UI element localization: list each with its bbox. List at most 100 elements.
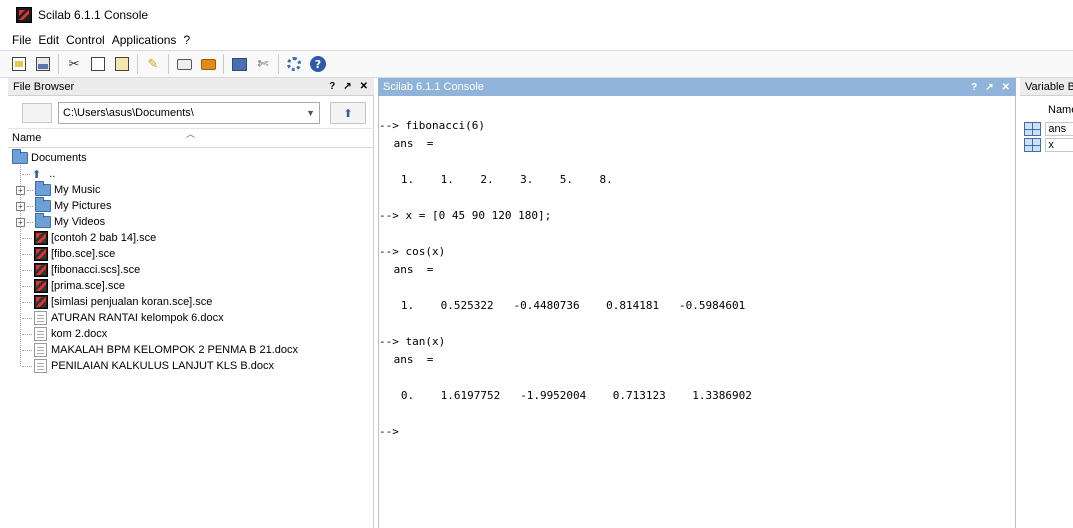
console-line: ans = <box>387 263 434 276</box>
console-panel[interactable]: --> fibonacci(6) ans = 1. 1. 2. 3. 5. 8.… <box>378 96 1016 528</box>
menu-control[interactable]: Control <box>66 33 105 47</box>
help-icon[interactable]: ? <box>309 55 327 73</box>
variable-browser-panel: Name ans x <box>1020 96 1073 528</box>
tree-item-label: [contoh 2 bab 14].sce <box>51 232 157 244</box>
tree-item-parent[interactable]: ⬆ .. <box>8 166 374 182</box>
menu-edit[interactable]: Edit <box>38 33 59 47</box>
scilab-logo-icon <box>16 7 32 23</box>
tree-item-label: [prima.sce].sce <box>51 280 125 292</box>
folder-icon <box>35 181 51 196</box>
module-manager-icon[interactable] <box>199 55 217 73</box>
expand-icon[interactable]: + <box>16 201 25 211</box>
help-icon[interactable]: ? <box>329 81 335 92</box>
tree-connector <box>22 285 32 287</box>
sort-caret-icon: ︿ <box>186 129 196 139</box>
atoms-icon[interactable] <box>285 55 303 73</box>
variable-browser-header: Variable B <box>1020 78 1073 96</box>
menu-help[interactable]: ? <box>183 33 190 47</box>
console-line: 0. 1.6197752 -1.9952004 0.713123 1.33869… <box>381 389 752 402</box>
tree-item-my-videos[interactable]: + My Videos <box>8 213 374 230</box>
file-browser-title: File Browser <box>13 80 75 93</box>
matrix-icon <box>1024 122 1042 136</box>
path-row: C:\Users\asus\Documents\ ▼ ⬆ <box>8 101 374 125</box>
tree-item-label: [simlasi penjualan koran.sce].sce <box>51 296 213 308</box>
variable-row-ans[interactable]: ans <box>1024 122 1073 136</box>
tree-connector <box>27 189 33 191</box>
close-icon[interactable]: ✕ <box>360 81 368 92</box>
expand-icon[interactable]: + <box>16 217 25 227</box>
document-file-icon <box>34 343 47 357</box>
tree-item-file[interactable]: [fibonacci.scs].sce <box>8 262 374 278</box>
chevron-down-icon[interactable]: ▼ <box>306 108 315 118</box>
print-icon[interactable] <box>175 55 193 73</box>
browse-folder-icon[interactable] <box>22 103 52 123</box>
tree-connector <box>27 205 33 207</box>
variable-browser-icon[interactable] <box>230 55 248 73</box>
scilab-file-icon <box>34 247 48 261</box>
tree-connector <box>22 237 32 239</box>
tree-connector <box>22 349 32 351</box>
console-line: --> fibonacci(6) <box>379 119 485 132</box>
tree-item-file[interactable]: [fibo.sce].sce <box>8 246 374 262</box>
toolbar-separator <box>137 54 138 74</box>
name-column-label: Name <box>12 132 42 144</box>
paste-icon[interactable] <box>113 55 131 73</box>
tree-connector <box>22 301 32 303</box>
toolbar-separator <box>58 54 59 74</box>
file-browser-panel: C:\Users\asus\Documents\ ▼ ⬆ ︿ Name Docu… <box>8 96 374 528</box>
variable-row-x[interactable]: x <box>1024 138 1073 152</box>
console-line: 1. 0.525322 -0.4480736 0.814181 -0.59846… <box>381 299 746 312</box>
console-line: --> x = [0 45 90 120 180]; <box>379 209 552 222</box>
preferences-icon[interactable]: ✄ <box>254 55 272 73</box>
tree-item-label: My Pictures <box>54 200 112 212</box>
tree-item-label: My Videos <box>54 216 106 228</box>
file-browser-header: File Browser ? ↗ ✕ <box>8 78 374 96</box>
help-icon[interactable]: ? <box>971 82 977 93</box>
folder-icon <box>12 149 28 164</box>
console-header: Scilab 6.1.1 Console ? ↗ ✕ <box>378 78 1016 96</box>
tree-connector <box>22 333 32 335</box>
tree-root-documents[interactable]: Documents <box>8 149 374 166</box>
menu-applications[interactable]: Applications <box>112 33 177 47</box>
tree-item-label: .. <box>49 168 56 180</box>
menu-bar: File Edit Control Applications ? <box>0 30 1073 50</box>
path-value: C:\Users\asus\Documents\ <box>63 107 194 119</box>
tree-item-label: [fibo.sce].sce <box>51 248 116 260</box>
toolbar-separator <box>168 54 169 74</box>
tree-item-file[interactable]: MAKALAH BPM KELOMPOK 2 PENMA B 21.docx <box>8 342 374 358</box>
tree-item-my-music[interactable]: + My Music <box>8 181 374 198</box>
close-icon[interactable]: ✕ <box>1002 82 1010 93</box>
menu-file[interactable]: File <box>12 33 31 47</box>
tree-item-file[interactable]: kom 2.docx <box>8 326 374 342</box>
undock-icon[interactable]: ↗ <box>985 82 993 93</box>
name-column-header[interactable]: ︿ Name <box>8 128 374 148</box>
title-bar: Scilab 6.1.1 Console <box>0 0 1073 30</box>
scilab-file-icon <box>34 279 48 293</box>
path-combobox[interactable]: C:\Users\asus\Documents\ ▼ <box>58 102 320 124</box>
tree-item-file[interactable]: [contoh 2 bab 14].sce <box>8 230 374 246</box>
new-script-icon[interactable] <box>10 55 28 73</box>
variable-name-header[interactable]: Name <box>1048 104 1073 116</box>
tree-item-file[interactable]: PENILAIAN KALKULUS LANJUT KLS B.docx <box>8 358 374 374</box>
toolbar-separator <box>278 54 279 74</box>
console-prompt[interactable]: --> <box>379 425 399 438</box>
parent-folder-button[interactable]: ⬆ <box>330 102 366 124</box>
matrix-icon <box>1024 138 1042 152</box>
expand-icon[interactable]: + <box>16 185 25 195</box>
open-file-icon[interactable] <box>34 55 52 73</box>
variable-name: ans <box>1045 122 1073 136</box>
tree-item-file[interactable]: ATURAN RANTAI kelompok 6.docx <box>8 310 374 326</box>
toolbar-separator <box>223 54 224 74</box>
copy-icon[interactable] <box>89 55 107 73</box>
tree-connector <box>22 253 32 255</box>
tree-item-label: PENILAIAN KALKULUS LANJUT KLS B.docx <box>51 360 274 372</box>
undock-icon[interactable]: ↗ <box>343 81 351 92</box>
tree-item-my-pictures[interactable]: + My Pictures <box>8 197 374 214</box>
tree-connector <box>22 365 32 367</box>
tree-item-file[interactable]: [prima.sce].sce <box>8 278 374 294</box>
console-line: --> tan(x) <box>379 335 446 348</box>
clear-console-icon[interactable]: ✎ <box>144 55 162 73</box>
tree-item-file[interactable]: [simlasi penjualan koran.sce].sce <box>8 294 374 310</box>
cut-icon[interactable]: ✂ <box>65 55 83 73</box>
console-line: 1. 1. 2. 3. 5. 8. <box>381 173 613 186</box>
